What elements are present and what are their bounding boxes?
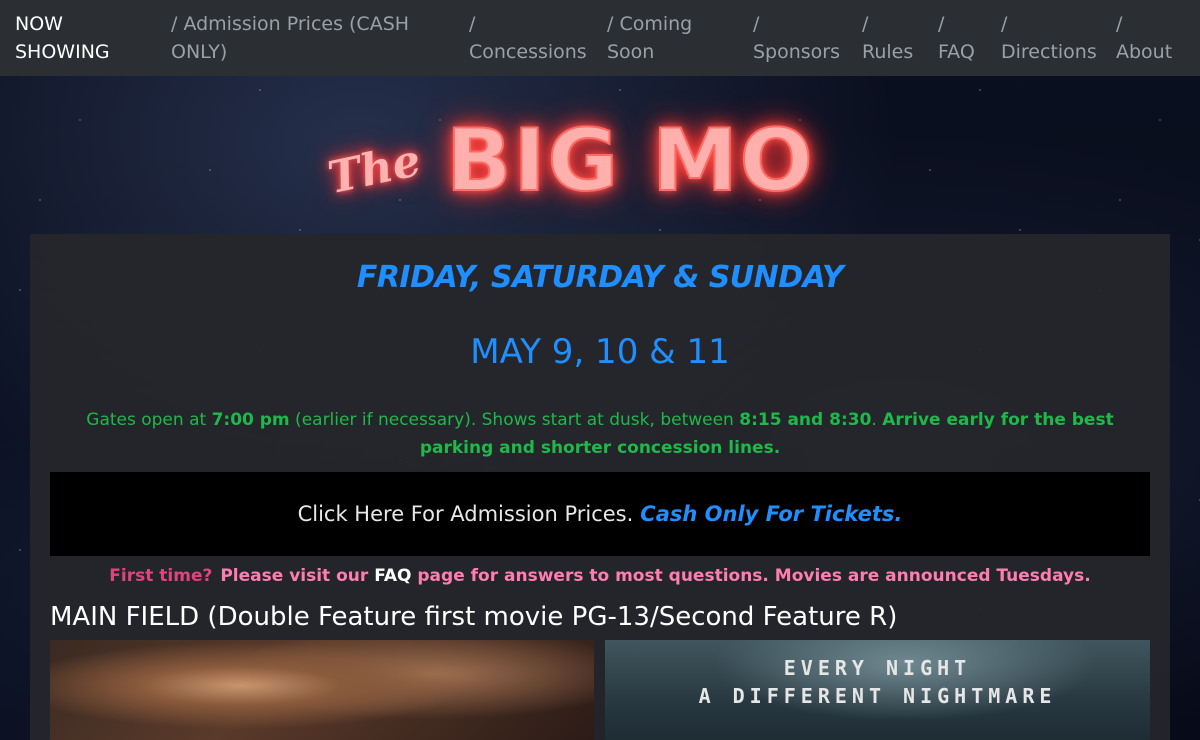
nav-faq[interactable]: / FAQ — [938, 10, 975, 66]
show-dates-heading: MAY 9, 10 & 11 — [470, 332, 730, 372]
nav-directions[interactable]: / Directions — [1001, 10, 1097, 66]
main-field-title: MAIN FIELD (Double Feature first movie P… — [50, 602, 898, 632]
nav-concessions[interactable]: / Concessions — [469, 10, 587, 66]
faq-link[interactable]: FAQ — [374, 566, 411, 586]
gates-period: . — [871, 410, 883, 430]
nav-coming-soon[interactable]: / Coming Soon — [607, 10, 692, 66]
show-days-heading: FRIDAY, SATURDAY & SUNDAY — [356, 260, 844, 295]
gates-prefix: Gates open at — [86, 410, 212, 430]
nav-rules[interactable]: / Rules — [862, 10, 913, 66]
cash-only-note: Cash Only For Tickets. — [640, 502, 903, 526]
gates-time: 7:00 pm — [211, 410, 290, 430]
first-time-notice: First time? Please visit our FAQ page for… — [30, 564, 1170, 588]
admission-prices-link[interactable]: Click Here For Admission Prices. Cash On… — [50, 472, 1150, 556]
notice-pre: Please visit our — [220, 566, 375, 586]
nav-now-showing[interactable]: NOW SHOWING — [15, 10, 110, 66]
top-nav: NOW SHOWING / Admission Prices (CASH ONL… — [0, 0, 1200, 76]
logo-the-text: The — [323, 134, 426, 205]
first-time-question: First time? — [109, 566, 213, 586]
gates-middle: (earlier if necessary). Shows start at d… — [289, 410, 740, 430]
big-mo-logo: The BIG MO — [320, 110, 880, 220]
notice-post: page for answers to most questions. Movi… — [411, 566, 1091, 586]
poster-tagline: EVERY NIGHT A DIFFERENT NIGHTMARE — [698, 656, 1057, 708]
nav-about[interactable]: / About — [1116, 10, 1172, 66]
gates-info: Gates open at 7:00 pm (earlier if necess… — [70, 406, 1130, 462]
nav-sponsors[interactable]: / Sponsors — [753, 10, 840, 66]
movie-poster-first-feature[interactable] — [50, 640, 594, 740]
logo-main-text: BIG MO — [445, 111, 815, 211]
page: NOW SHOWING / Admission Prices (CASH ONL… — [0, 0, 1200, 740]
admission-link-text[interactable]: Click Here For Admission Prices. — [298, 502, 634, 526]
nav-admission-prices[interactable]: / Admission Prices (CASH ONLY) — [171, 10, 409, 66]
show-window: 8:15 and 8:30 — [739, 410, 872, 430]
movie-poster-second-feature[interactable]: EVERY NIGHT A DIFFERENT NIGHTMARE — [605, 640, 1150, 740]
content-panel: FRIDAY, SATURDAY & SUNDAY MAY 9, 10 & 11… — [30, 234, 1170, 740]
